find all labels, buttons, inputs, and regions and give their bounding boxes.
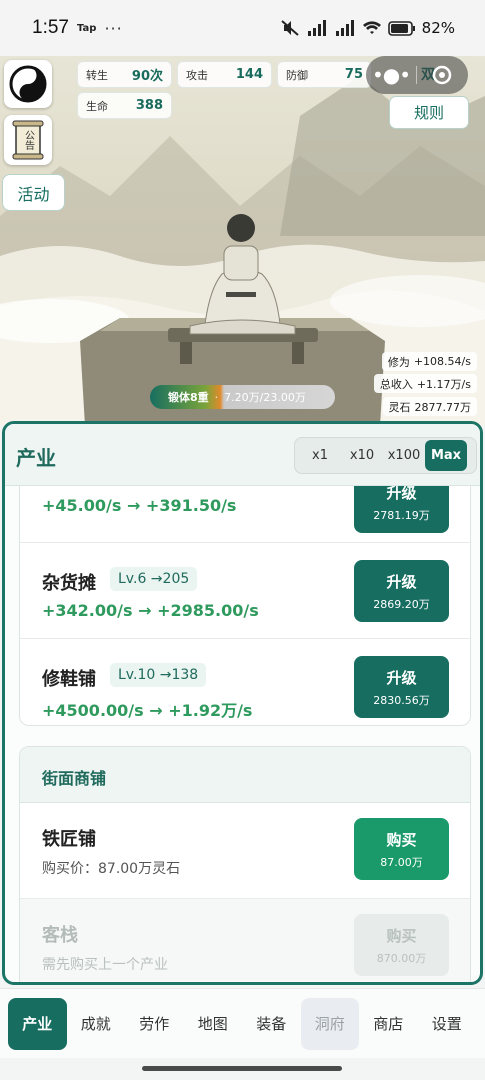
- income-rate-label: 总收入: [379, 377, 413, 391]
- stat-attack-value: 144: [235, 67, 263, 82]
- industry-row-name: 修鞋铺: [42, 669, 96, 690]
- status-time: 1:57: [32, 17, 69, 38]
- upgrade-button[interactable]: 升级 2830.56万: [354, 656, 449, 718]
- shop-item-name: 客栈: [42, 925, 78, 946]
- stat-attack-label: 攻击: [186, 68, 208, 82]
- buy-button-disabled: 购买 870.00万: [354, 914, 449, 976]
- stat-defense: 防御 75: [277, 61, 372, 88]
- tab-cave-dwelling[interactable]: 洞府: [300, 997, 359, 1050]
- stat-rebirth-label: 转生: [86, 68, 108, 82]
- industry-scroll-area[interactable]: +45.00/s → +391.50/s 升级 2781.19万 杂货摊 Lv.…: [5, 486, 480, 982]
- shop-item-locked: 客栈 需先购买上一个产业 购买 870.00万: [20, 899, 470, 982]
- shop-item-name: 铁匠铺: [42, 829, 96, 850]
- taiji-avatar-icon: [9, 65, 47, 103]
- miniprogram-capsule: •●•: [366, 56, 468, 94]
- bottom-tab-bar: 产业 成就 劳作 地图 装备 洞府 商店 设置: [0, 988, 485, 1058]
- upgrade-label: 升级: [386, 486, 417, 502]
- player-stats-panel: 转生 90次 攻击 144 防御 75 生命 388: [77, 57, 377, 122]
- mute-icon: [280, 20, 299, 36]
- buy-label: 购买: [386, 830, 417, 849]
- stat-defense-value: 75: [344, 67, 363, 82]
- player-avatar[interactable]: [4, 60, 52, 108]
- cultivation-rate-label: 修为: [387, 355, 410, 369]
- income-rate-value: +1.17万/s: [416, 377, 471, 391]
- industry-row-level: Lv.6 →205: [110, 567, 198, 591]
- more-menu-icon[interactable]: •●•: [366, 63, 416, 87]
- wifi-icon: [362, 21, 381, 34]
- industry-panel: 产业 x1 x10 x100 Max +45.00/s → +391.50/s …: [2, 421, 483, 985]
- tab-equipment[interactable]: 装备: [242, 998, 301, 1050]
- signal-icon-1: [307, 20, 326, 36]
- status-app-tag: Tap: [76, 22, 97, 34]
- street-shop-header: 街面商铺: [20, 747, 470, 803]
- shop-item-price: 购买价：87.00万灵石: [42, 861, 181, 877]
- realm-progress-text: 7.20万/23.00万: [224, 391, 306, 404]
- cultivation-rate-value: +108.54/s: [413, 355, 471, 368]
- stat-hp-value: 388: [135, 98, 163, 113]
- realm-separator: ·: [214, 390, 219, 404]
- status-bar: 1:57 Tap ··· 82%: [0, 0, 485, 56]
- spirit-stone-label: 灵石: [388, 400, 411, 414]
- home-indicator[interactable]: [142, 1066, 342, 1071]
- shop-item-requirement: 需先购买上一个产业: [42, 957, 168, 973]
- upgrade-cost: 2781.19万: [373, 508, 430, 522]
- income-rate: 总收入 +1.17万/s: [373, 374, 477, 393]
- industry-row: 修鞋铺 Lv.10 →138 +4500.00/s → +1.92万/s 升级 …: [20, 639, 470, 735]
- industry-row-rate: +4500.00/s → +1.92万/s: [42, 701, 253, 720]
- tab-store[interactable]: 商店: [359, 998, 418, 1050]
- street-shop-card: 街面商铺 铁匠铺 购买价：87.00万灵石 购买 87.00万 客栈 需先购买上…: [19, 746, 471, 982]
- spirit-stone-balance: 灵石 2877.77万: [382, 397, 477, 416]
- industry-header: 产业 x1 x10 x100 Max: [5, 424, 480, 486]
- upgrade-cost: 2869.20万: [373, 597, 430, 611]
- tab-industry[interactable]: 产业: [8, 997, 67, 1050]
- close-target-icon[interactable]: [417, 64, 467, 86]
- buy-button[interactable]: 购买 87.00万: [354, 818, 449, 880]
- multiplier-x10[interactable]: x10: [341, 440, 383, 471]
- rules-button[interactable]: 规则: [389, 96, 469, 129]
- signal-icon-2: [335, 20, 354, 36]
- upgrade-label: 升级: [386, 572, 417, 591]
- multiplier-x1[interactable]: x1: [299, 440, 341, 471]
- stat-rebirth: 转生 90次: [77, 61, 172, 88]
- street-shop-title: 街面商铺: [42, 769, 107, 788]
- buy-cost: 870.00万: [376, 951, 427, 965]
- buy-label: 购买: [386, 926, 417, 945]
- upgrade-cost: 2830.56万: [373, 693, 430, 707]
- buy-cost: 87.00万: [380, 855, 423, 869]
- stat-attack: 攻击 144: [177, 61, 272, 88]
- industry-card: +45.00/s → +391.50/s 升级 2781.19万 杂货摊 Lv.…: [19, 486, 471, 726]
- battery-percent: 82%: [421, 19, 455, 37]
- multiplier-selector: x1 x10 x100 Max: [294, 437, 477, 474]
- status-more-dots: ···: [104, 18, 123, 38]
- upgrade-button[interactable]: 升级 2869.20万: [354, 560, 449, 622]
- spirit-stone-value: 2877.77万: [414, 400, 472, 414]
- multiplier-x100[interactable]: x100: [383, 440, 425, 471]
- industry-row-rate: +45.00/s → +391.50/s: [42, 496, 237, 515]
- stat-defense-label: 防御: [286, 68, 308, 82]
- industry-title: 产业: [16, 446, 56, 470]
- multiplier-max[interactable]: Max: [425, 440, 467, 471]
- realm-progress-bar: 锻体8重 · 7.20万/23.00万: [150, 385, 335, 409]
- activity-button[interactable]: 活动: [2, 174, 65, 211]
- cultivation-rate: 修为 +108.54/s: [381, 352, 477, 371]
- tab-achievements[interactable]: 成就: [67, 998, 126, 1050]
- tab-map[interactable]: 地图: [184, 998, 243, 1050]
- industry-row: 杂货摊 Lv.6 →205 +342.00/s → +2985.00/s 升级 …: [20, 543, 470, 639]
- tab-settings[interactable]: 设置: [418, 998, 477, 1050]
- battery-icon: [387, 20, 415, 36]
- industry-row-rate: +342.00/s → +2985.00/s: [42, 601, 259, 620]
- stat-hp-label: 生命: [86, 99, 108, 113]
- tab-labor[interactable]: 劳作: [125, 998, 184, 1050]
- industry-row-name: 杂货摊: [42, 573, 96, 594]
- industry-row: +45.00/s → +391.50/s 升级 2781.19万: [20, 486, 470, 543]
- industry-row-level: Lv.10 →138: [110, 663, 207, 687]
- upgrade-label: 升级: [386, 668, 417, 687]
- stat-hp: 生命 388: [77, 92, 172, 119]
- upgrade-button[interactable]: 升级 2781.19万: [354, 486, 449, 533]
- stat-rebirth-value: 90次: [131, 69, 163, 84]
- shop-item: 铁匠铺 购买价：87.00万灵石 购买 87.00万: [20, 803, 470, 899]
- announcement-label: 公告: [22, 130, 34, 150]
- announcement-button[interactable]: 公告: [4, 115, 52, 165]
- realm-name: 锻体8重: [168, 391, 209, 404]
